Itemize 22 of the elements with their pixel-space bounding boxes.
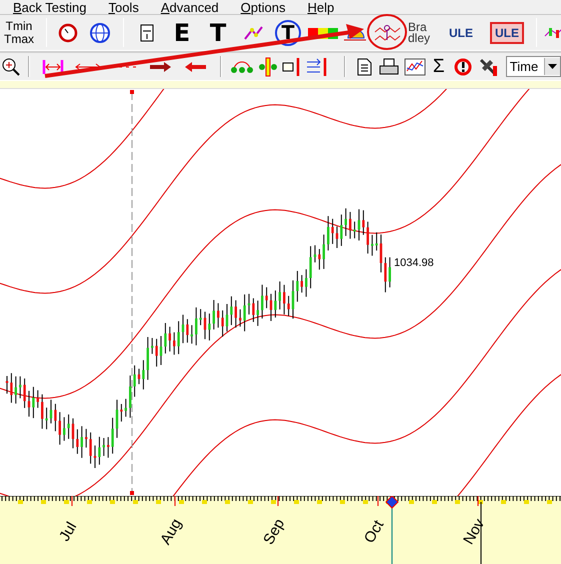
month-label: Sep	[260, 516, 288, 548]
bradley-button[interactable]: Bra dley	[408, 22, 430, 44]
annotation-circle	[367, 14, 407, 50]
menu-item[interactable]: Tools	[108, 0, 139, 14]
dropdown-arrow-icon	[548, 64, 558, 69]
menu-item[interactable]: Options	[240, 0, 286, 14]
month-label: Oct	[360, 517, 388, 546]
chart-icon[interactable]	[402, 56, 428, 78]
t-cycle-button[interactable]: T	[200, 18, 236, 46]
e-cycle-button[interactable]: E	[164, 18, 200, 46]
zoom-icon[interactable]	[0, 56, 22, 78]
menu-item[interactable]: Help	[307, 0, 334, 14]
price-label: 1034.98	[394, 257, 434, 269]
ule-button[interactable]: ULE	[490, 22, 524, 44]
tmin-tmax-button[interactable]: Tmin Tmax	[0, 18, 40, 46]
menu-item[interactable]: Back Testing	[13, 0, 86, 14]
timescale-dropdown[interactable]: Time	[506, 56, 561, 77]
ule-button[interactable]: ULE	[444, 22, 478, 44]
globe-t-button[interactable]: T	[275, 20, 301, 46]
menu-item[interactable]: Advanced	[160, 0, 219, 14]
month-label: Jul	[56, 519, 80, 544]
sum-button[interactable]: Σ	[428, 56, 450, 78]
